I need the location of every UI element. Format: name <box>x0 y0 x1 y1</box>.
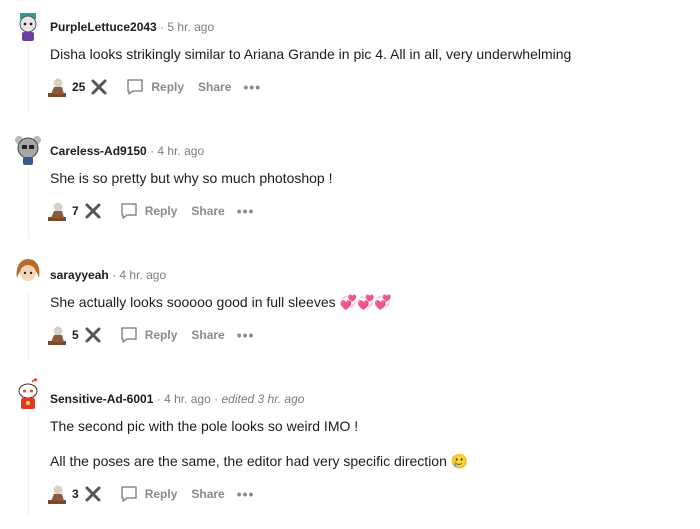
downvote-x-icon[interactable] <box>85 203 101 219</box>
separator: · <box>214 392 219 406</box>
reply-button[interactable]: Reply <box>125 77 184 97</box>
comment-body: She is so pretty but why so much photosh… <box>50 170 333 186</box>
comment-body: All the poses are the same, the editor h… <box>50 453 469 469</box>
share-button[interactable]: Share <box>198 80 231 94</box>
comment-icon <box>120 203 137 219</box>
comment-body: Disha looks strikingly similar to Ariana… <box>50 46 572 62</box>
more-options-button[interactable]: ••• <box>237 487 255 501</box>
comment-actions: 5 Reply Share ••• <box>46 323 254 347</box>
share-button[interactable]: Share <box>191 204 224 218</box>
timestamp[interactable]: 4 hr. ago <box>119 268 166 282</box>
comment: sarayyeah · 4 hr. ago She actually looks… <box>0 248 700 372</box>
comment-meta: PurpleLettuce2043 · 5 hr. ago <box>50 20 214 34</box>
award-icon[interactable] <box>46 76 68 98</box>
reply-button[interactable]: Reply <box>119 484 178 504</box>
avatar[interactable] <box>12 10 44 42</box>
reply-label: Reply <box>151 80 185 94</box>
timestamp[interactable]: 4 hr. ago <box>157 144 204 158</box>
reply-button[interactable]: Reply <box>119 201 178 221</box>
more-options-button[interactable]: ••• <box>243 80 261 94</box>
comment-actions: 3 Reply Share ••• <box>46 482 254 506</box>
separator: · <box>160 20 165 34</box>
edited-label: edited 3 hr. ago <box>221 392 305 406</box>
comment-meta: Careless-Ad9150 · 4 hr. ago <box>50 144 204 158</box>
comment-actions: 7 Reply Share ••• <box>46 199 254 223</box>
award-icon[interactable] <box>46 324 68 346</box>
reply-label: Reply <box>144 204 178 218</box>
reply-label: Reply <box>144 487 178 501</box>
username[interactable]: PurpleLettuce2043 <box>50 20 157 34</box>
comment: Sensitive-Ad-6001 · 4 hr. ago · edited 3… <box>0 372 700 529</box>
share-button[interactable]: Share <box>191 487 224 501</box>
username[interactable]: Sensitive-Ad-6001 <box>50 392 153 406</box>
avatar[interactable] <box>12 134 44 166</box>
more-options-button[interactable]: ••• <box>237 328 255 342</box>
comment-actions: 25 Reply Share ••• <box>46 75 261 99</box>
comment-icon <box>120 486 137 502</box>
comment: Careless-Ad9150 · 4 hr. ago She is so pr… <box>0 124 700 248</box>
comment-meta: Sensitive-Ad-6001 · 4 hr. ago · edited 3… <box>50 392 304 406</box>
reply-button[interactable]: Reply <box>119 325 178 345</box>
comment-icon <box>120 327 137 343</box>
reply-label: Reply <box>144 328 178 342</box>
downvote-x-icon[interactable] <box>91 79 107 95</box>
share-button[interactable]: Share <box>191 328 224 342</box>
avatar[interactable] <box>12 256 44 288</box>
vote-count: 25 <box>72 80 86 94</box>
vote-count: 5 <box>72 328 79 342</box>
more-options-button[interactable]: ••• <box>237 204 255 218</box>
timestamp[interactable]: 4 hr. ago <box>164 392 211 406</box>
timestamp[interactable]: 5 hr. ago <box>167 20 214 34</box>
vote-count: 7 <box>72 204 79 218</box>
separator: · <box>112 268 117 282</box>
username[interactable]: Careless-Ad9150 <box>50 144 147 158</box>
separator: · <box>150 144 155 158</box>
username[interactable]: sarayyeah <box>50 268 109 282</box>
vote-count: 3 <box>72 487 79 501</box>
avatar[interactable] <box>12 378 44 410</box>
comment: PurpleLettuce2043 · 5 hr. ago Disha look… <box>0 0 700 124</box>
award-icon[interactable] <box>46 483 68 505</box>
comment-meta: sarayyeah · 4 hr. ago <box>50 268 166 282</box>
downvote-x-icon[interactable] <box>85 486 101 502</box>
comment-icon <box>127 79 144 95</box>
comment-body: She actually looks sooooo good in full s… <box>50 294 392 310</box>
award-icon[interactable] <box>46 200 68 222</box>
comment-body: The second pic with the pole looks so we… <box>50 418 359 434</box>
downvote-x-icon[interactable] <box>85 327 101 343</box>
separator: · <box>156 392 161 406</box>
